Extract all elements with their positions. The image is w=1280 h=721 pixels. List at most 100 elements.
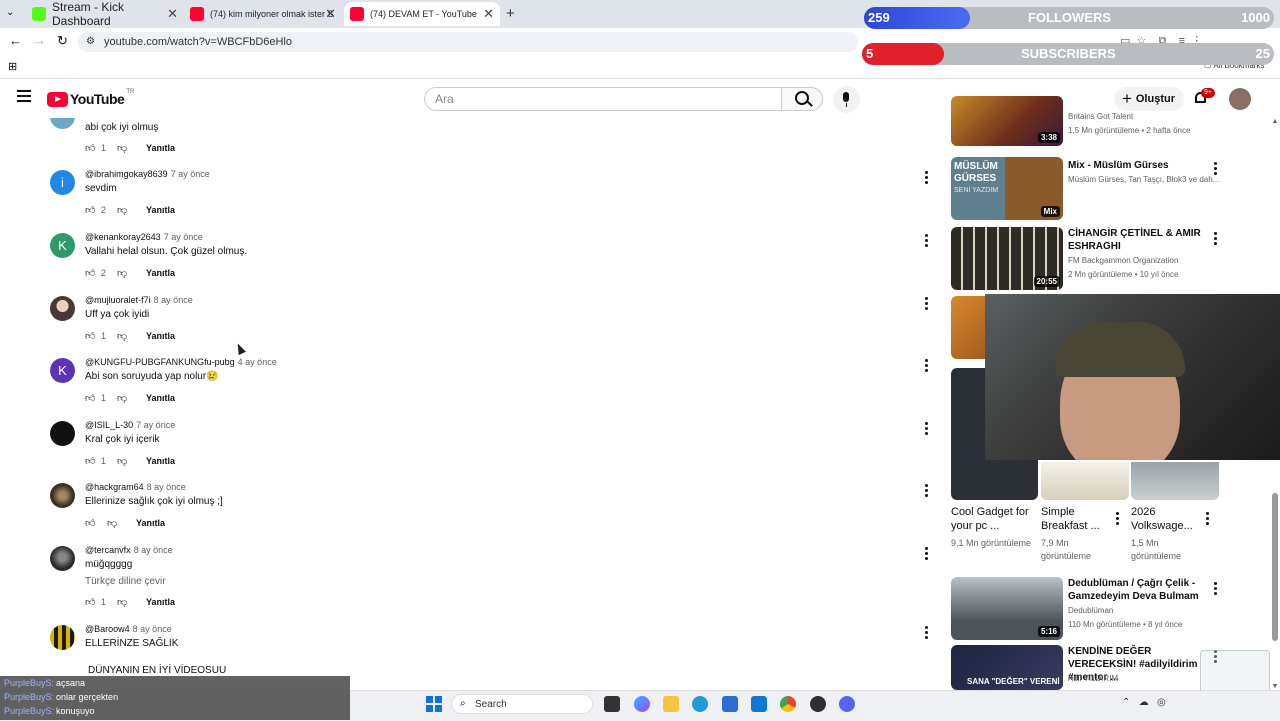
notifications-button[interactable]: 9+ [1193,88,1215,108]
forward-icon[interactable]: → [33,33,46,48]
menu-icon[interactable] [17,90,31,102]
store-icon[interactable] [722,696,738,712]
account-avatar[interactable] [1229,88,1251,110]
comment-avatar[interactable]: i [50,170,75,195]
like-icon[interactable]: 👍︎ [85,596,95,608]
video-more-icon[interactable] [1211,581,1219,595]
copilot-icon[interactable] [634,696,650,712]
like-icon[interactable]: 👍︎ [85,392,95,404]
close-tab-icon[interactable]: ✕ [483,6,494,22]
comment-avatar[interactable]: K [50,233,75,258]
comment-time[interactable]: 8 ay önce [154,295,193,305]
comment-time[interactable]: 7 ay önce [171,169,210,179]
create-button[interactable]: + Oluştur [1114,87,1184,111]
search-input[interactable]: Ara [424,87,782,111]
video-channel[interactable]: FM Backgammon Organization [1068,256,1178,265]
comment-author[interactable]: @Baroow4 [85,624,130,634]
reply-button[interactable]: Yanıtla [146,393,175,403]
comment-more-icon[interactable] [922,483,930,497]
comment-time[interactable]: 8 ay önce [147,482,186,492]
comment-time[interactable]: 8 ay önce [134,545,173,555]
short-title[interactable]: 2026 Volkswage... [1131,505,1203,533]
outlook-icon[interactable] [751,696,767,712]
scrollbar-thumb[interactable] [1272,493,1278,641]
reply-button[interactable]: Yanıtla [146,456,175,466]
video-title[interactable]: Mix - Müslüm Gürses [1068,159,1218,172]
comment-author[interactable]: @mujluoralet-f7i [85,295,151,305]
voice-search-button[interactable] [833,86,860,113]
video-thumbnail[interactable]: SANA "DEĞER" VERENİ [951,645,1063,690]
youtube-logo[interactable]: YouTube TR [47,89,134,107]
like-icon[interactable]: 👍︎ [85,204,95,216]
reload-icon[interactable]: ↻ [57,33,68,49]
short-item[interactable]: Simple Breakfast ... 7,9 Mn görüntüleme [1041,505,1109,563]
like-icon[interactable]: 👍︎ [85,330,95,342]
close-tab-icon[interactable]: ✕ [325,6,336,22]
video-more-icon[interactable] [1211,231,1219,245]
comment-more-icon[interactable] [922,233,930,247]
video-thumbnail[interactable]: 20:55 [951,227,1063,290]
comment-time[interactable]: 7 ay önce [164,232,203,242]
task-view-icon[interactable] [604,696,620,712]
comment-more-icon[interactable] [922,625,930,639]
short-item[interactable]: 2026 Volkswage... 1,5 Mn görüntüleme [1131,505,1203,563]
tab-devam-et[interactable]: (74) DEVAM ET - YouTube ✕ [344,2,500,26]
comment-author[interactable]: @ibrahimgokay8639 [85,169,168,179]
comment-avatar[interactable] [50,421,75,446]
comment-avatar[interactable] [50,546,75,571]
new-tab-button[interactable]: + [506,5,515,22]
like-icon[interactable]: 👍︎ [85,517,95,529]
discord-icon[interactable] [839,696,855,712]
recommended-video[interactable]: 20:55 CİHANGİR ÇETİNEL & AMIR ESHRAGHI F… [951,227,1256,291]
comment-time[interactable]: 4 ay önce [238,357,277,367]
short-thumbnail[interactable] [1041,462,1129,500]
comment-time[interactable]: 8 ay önce [133,624,172,634]
comment-more-icon[interactable] [922,358,930,372]
dislike-icon[interactable]: 👎︎ [117,204,127,216]
comment-author[interactable]: @hackgram64 [85,482,144,492]
short-title[interactable]: Cool Gadget for your pc ... [951,505,1037,533]
file-explorer-icon[interactable] [663,696,679,712]
reply-button[interactable]: Yanıtla [146,268,175,278]
comment-time[interactable]: 7 ay önce [136,420,175,430]
dislike-icon[interactable]: 👎︎ [117,142,127,154]
like-icon[interactable]: 👍︎ [85,267,95,279]
apps-grid-icon[interactable]: ⊞ [8,60,17,73]
short-more-icon[interactable] [1113,511,1121,525]
short-thumbnail[interactable] [1131,462,1219,500]
site-info-icon[interactable]: ⚙ [86,32,95,52]
video-thumbnail[interactable]: MÜSLÜM GÜRSES SENİ YAZDIM Mix [951,157,1063,220]
dislike-icon[interactable]: 👎︎ [117,392,127,404]
comment-author[interactable]: @tercanvfx [85,545,131,555]
comment-author[interactable]: @ISIL_L-30 [85,420,133,430]
video-channel[interactable]: Müslüm Gürses, Tan Taşçı, Blok3 ve dah..… [1068,175,1219,184]
translate-link[interactable]: Türkçe diline çevir [85,576,166,587]
dislike-icon[interactable]: 👎︎ [117,267,127,279]
short-more-icon[interactable] [1203,511,1211,525]
reply-button[interactable]: Yanıtla [146,143,175,153]
recommended-video[interactable]: 3:38 Britains Got Talent 1,5 Mn görüntül… [951,96,1256,148]
video-thumbnail[interactable]: 5:16 [951,577,1063,640]
comment-avatar[interactable]: K [50,358,75,383]
like-icon[interactable]: 👍︎ [85,455,95,467]
scroll-down-icon[interactable]: ▼ [1271,683,1279,690]
taskbar-search[interactable]: ⌕ Search [451,694,593,714]
tab-youtube-kim-milyoner[interactable]: (74) kim milyoner olmak ister S ✕ [184,2,342,26]
comment-author[interactable]: @KUNGFU-PUBGFANKUNGfu-pubg [85,357,235,367]
comment-more-icon[interactable] [922,421,930,435]
video-title[interactable]: CİHANGİR ÇETİNEL & AMIR ESHRAGHI [1068,227,1218,253]
tab-list-dropdown-icon[interactable]: ⌄ [6,7,14,18]
reply-button[interactable]: Yanıtla [136,518,165,528]
system-tray[interactable]: ⌃ ☁ ◎ [1122,697,1166,708]
comment-avatar[interactable] [50,625,75,650]
windows-start-icon[interactable] [426,696,442,712]
comment-avatar[interactable] [50,483,75,508]
short-item[interactable]: Cool Gadget for your pc ... 9,1 Mn görün… [951,505,1037,550]
short-title[interactable]: Simple Breakfast ... [1041,505,1109,533]
dislike-icon[interactable]: 👎︎ [117,596,127,608]
comment-more-icon[interactable] [922,546,930,560]
search-button[interactable] [781,87,823,111]
dislike-icon[interactable]: 👎︎ [107,517,117,529]
obs-icon[interactable] [810,696,826,712]
video-title[interactable]: Dedublüman / Çağrı Çelik - Gamzedeyim De… [1068,577,1218,603]
